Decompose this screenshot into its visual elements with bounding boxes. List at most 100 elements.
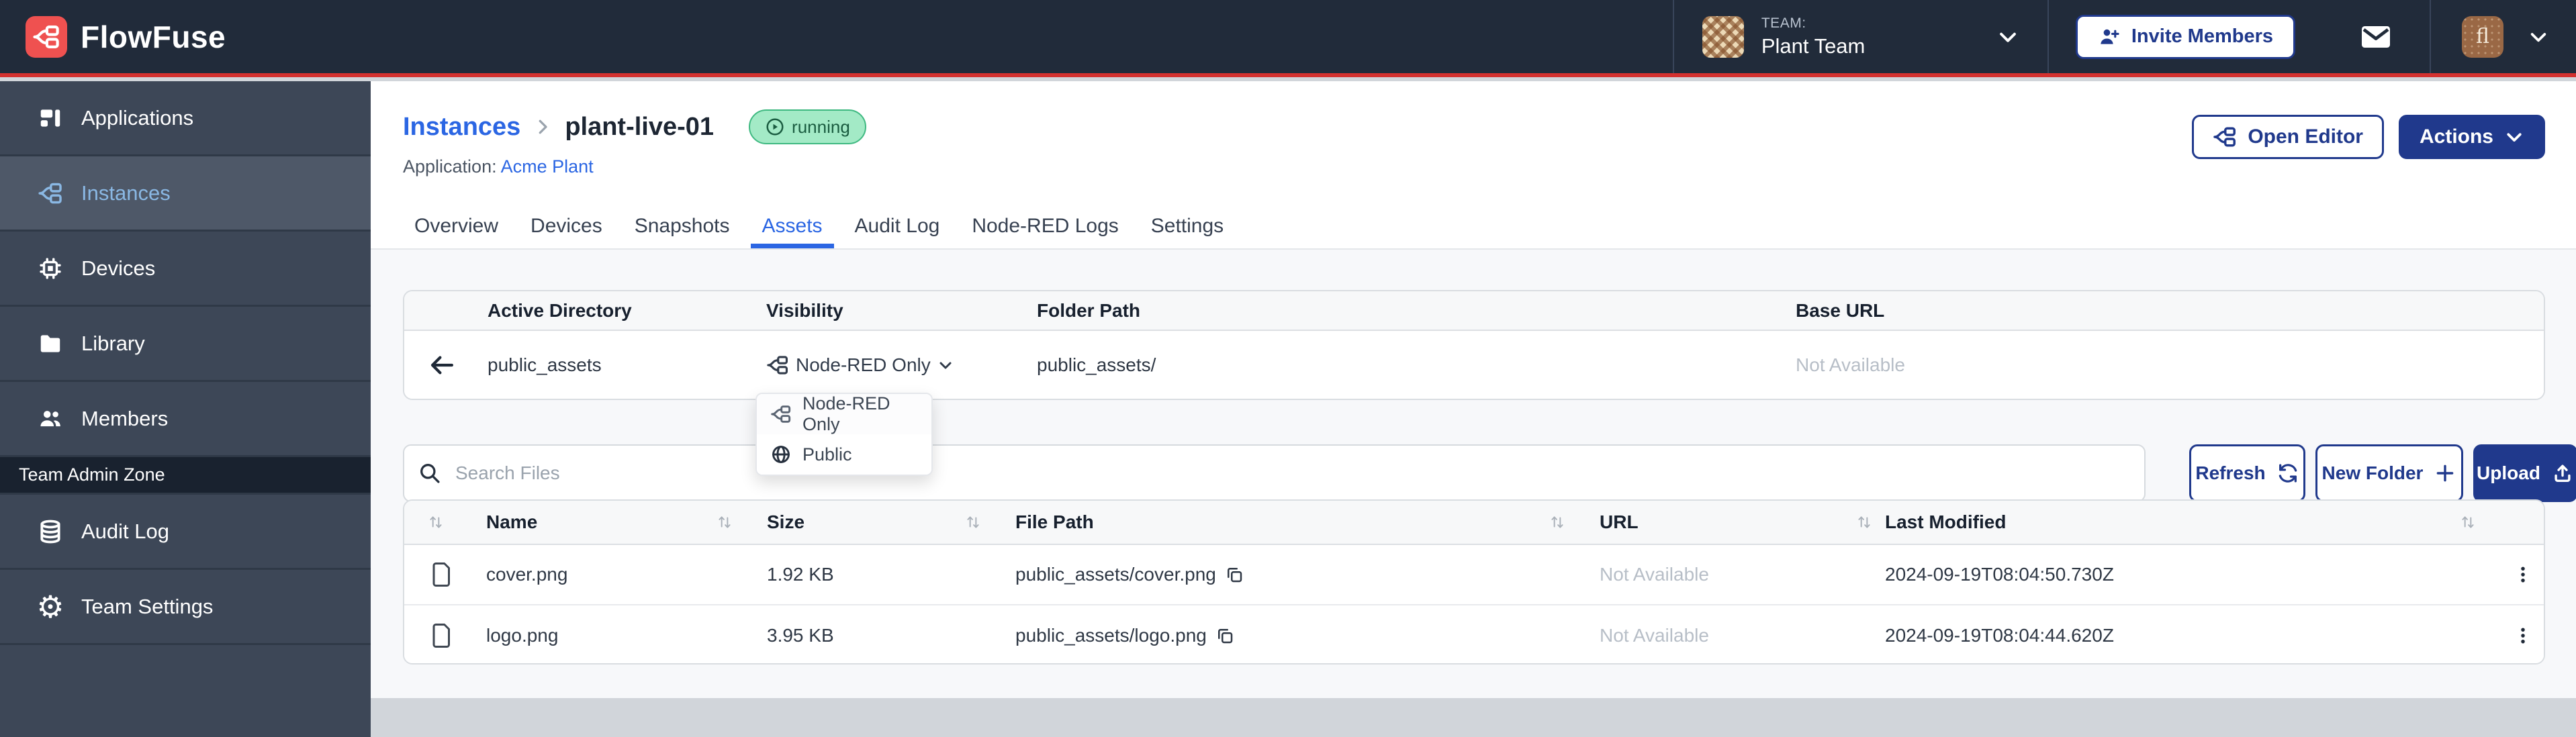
sidebar-item-instances[interactable]: Instances [0, 156, 371, 232]
file-icon [404, 561, 479, 588]
invite-members-button[interactable]: Invite Members [2076, 15, 2295, 59]
refresh-button[interactable]: Refresh [2189, 444, 2305, 502]
page-title: plant-live-01 [565, 113, 714, 142]
assets-content: Active Directory Visibility Folder Path … [371, 251, 2576, 698]
copy-icon[interactable] [1215, 626, 1235, 646]
row-menu-kebab-icon[interactable] [2499, 626, 2545, 646]
sort-icon[interactable] [1855, 513, 1873, 531]
visibility-value: Node-RED Only [796, 354, 931, 376]
sidebar-item-audit-log[interactable]: Audit Log [0, 495, 371, 570]
tab-audit-log[interactable]: Audit Log [843, 208, 952, 248]
sort-icon[interactable] [427, 513, 445, 531]
sidebar-item-members[interactable]: Members [0, 382, 371, 457]
tab-overview[interactable]: Overview [403, 208, 510, 248]
application-line: Application: Acme Plant [403, 156, 594, 177]
sort-icon[interactable] [2459, 513, 2477, 531]
file-last-modified: 2024-09-19T08:04:50.730Z [1878, 564, 2459, 585]
file-url: Not Available [1593, 625, 1878, 646]
library-icon [37, 331, 64, 356]
active-directory-card: Active Directory Visibility Folder Path … [403, 290, 2545, 400]
file-path: public_assets/cover.png [1015, 564, 1216, 585]
brand-name: FlowFuse [81, 19, 226, 55]
header-size: Size [760, 511, 1009, 533]
visibility-dropdown-menu: Node-RED Only Public [755, 393, 933, 476]
sidebar-item-devices[interactable]: Devices [0, 232, 371, 307]
sidebar-item-label: Audit Log [81, 520, 169, 544]
application-link[interactable]: Acme Plant [501, 156, 594, 177]
back-arrow-button[interactable] [404, 351, 479, 379]
column-label: Name [486, 511, 537, 533]
visibility-option-public[interactable]: Public [757, 434, 931, 475]
column-label: URL [1600, 511, 1639, 533]
refresh-label: Refresh [2195, 462, 2265, 484]
row-menu-kebab-icon[interactable] [2499, 564, 2545, 585]
header-url: URL [1593, 511, 1878, 533]
visibility-select[interactable]: Node-RED Only [766, 354, 954, 377]
sidebar-item-library[interactable]: Library [0, 307, 371, 382]
file-size: 1.92 KB [760, 564, 1009, 585]
tab-settings[interactable]: Settings [1140, 208, 1235, 248]
sidebar-item-applications[interactable]: Applications [0, 81, 371, 156]
sidebar: Applications Instances Devices [0, 81, 371, 737]
tab-label: Node-RED Logs [972, 215, 1118, 238]
header-actions-sort [2459, 513, 2499, 531]
sort-icon[interactable] [1549, 513, 1566, 531]
option-label: Public [802, 444, 852, 465]
open-editor-button[interactable]: Open Editor [2192, 115, 2384, 159]
devices-icon [37, 256, 64, 281]
tab-assets[interactable]: Assets [751, 208, 834, 248]
tab-devices[interactable]: Devices [519, 208, 614, 248]
header-file-type [404, 513, 479, 531]
flowfuse-logo-icon [26, 16, 67, 58]
option-label: Node-RED Only [802, 393, 931, 435]
user-avatar: fl [2462, 16, 2503, 58]
upload-button[interactable]: Upload [2473, 444, 2576, 502]
node-red-icon [770, 403, 792, 425]
search-files-input[interactable] [455, 462, 2131, 484]
sidebar-item-label: Devices [81, 256, 155, 281]
file-name: logo.png [479, 625, 760, 646]
notifications-button[interactable] [2322, 0, 2430, 73]
status-badge-label: running [792, 117, 850, 138]
file-last-modified: 2024-09-19T08:04:44.620Z [1878, 625, 2459, 646]
tab-label: Audit Log [855, 215, 940, 238]
chevron-right-icon [533, 117, 553, 137]
copy-icon[interactable] [1224, 564, 1244, 585]
header-folder-path: Folder Path [1029, 300, 1788, 322]
breadcrumb-instances-link[interactable]: Instances [403, 113, 520, 142]
sidebar-item-label: Members [81, 407, 168, 431]
files-table: Name Size File Path [403, 499, 2545, 665]
files-toolbar: Refresh New Folder Upload [403, 444, 2545, 502]
table-row: cover.png 1.92 KB public_assets/cover.pn… [404, 545, 2544, 605]
team-selector[interactable]: TEAM: Plant Team [1673, 0, 2049, 73]
chevron-down-icon [937, 357, 954, 373]
new-folder-label: New Folder [2322, 462, 2424, 484]
directory-name: public_assets [479, 354, 758, 376]
sidebar-item-team-settings[interactable]: ⚙ Team Settings [0, 570, 371, 645]
refresh-icon [2276, 462, 2299, 485]
search-icon [418, 461, 442, 485]
user-menu[interactable]: fl [2430, 0, 2576, 73]
team-settings-icon: ⚙ [37, 594, 64, 620]
main-area: Instances plant-live-01 running Ap [371, 81, 2576, 737]
new-folder-button[interactable]: New Folder [2315, 444, 2463, 502]
visibility-option-node-red-only[interactable]: Node-RED Only [757, 394, 931, 434]
play-circle-icon [765, 117, 785, 137]
column-label: Last Modified [1885, 511, 2006, 533]
sort-icon[interactable] [964, 513, 982, 531]
open-editor-label: Open Editor [2248, 126, 2363, 148]
brand-logo[interactable]: FlowFuse [0, 16, 226, 58]
upload-label: Upload [2477, 462, 2540, 484]
actions-button[interactable]: Actions [2399, 115, 2545, 159]
file-icon [404, 622, 479, 649]
top-header: FlowFuse TEAM: Plant Team [0, 0, 2576, 77]
tab-snapshots[interactable]: Snapshots [623, 208, 741, 248]
tab-node-red-logs[interactable]: Node-RED Logs [960, 208, 1130, 248]
table-row: logo.png 3.95 KB public_assets/logo.png … [404, 605, 2544, 665]
header-right: TEAM: Plant Team Invite Members [1673, 0, 2576, 73]
sort-icon[interactable] [716, 513, 733, 531]
sidebar-item-label: Instances [81, 181, 171, 205]
user-avatar-initials: fl [2476, 25, 2489, 48]
directory-folder-path: public_assets/ [1029, 354, 1788, 376]
breadcrumb: Instances plant-live-01 running [403, 109, 866, 144]
